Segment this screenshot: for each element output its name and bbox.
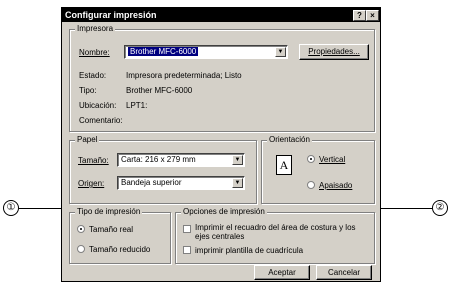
printer-group: Impresora Nombre: Brother MFC-6000 ▼ Pro… xyxy=(69,24,375,132)
type-label: Tipo: xyxy=(79,86,97,95)
vertical-radio[interactable] xyxy=(307,155,315,163)
horizontal-label[interactable]: Apaisado xyxy=(319,181,352,190)
paper-size-select[interactable]: Carta: 216 x 279 mm ▼ xyxy=(117,153,245,167)
comment-label: Comentario: xyxy=(79,116,123,125)
vertical-label[interactable]: Vertical xyxy=(319,155,345,164)
printer-group-label: Impresora xyxy=(75,24,116,33)
type-value: Brother MFC-6000 xyxy=(126,86,193,95)
orientation-group: Orientación A Vertical Apaisado xyxy=(261,135,375,204)
print-options-group-label: Opciones de impresión xyxy=(181,207,267,216)
paper-source-select[interactable]: Bandeja superior ▼ xyxy=(117,176,245,190)
reduced-size-label[interactable]: Tamaño reducido xyxy=(89,245,150,254)
callout-1: ① xyxy=(3,200,19,216)
callout-2: ② xyxy=(432,200,448,216)
printer-name-select[interactable]: Brother MFC-6000 ▼ xyxy=(124,45,288,59)
paper-group: Papel Tamaño: Carta: 216 x 279 mm ▼ Orig… xyxy=(69,135,257,204)
horizontal-radio[interactable] xyxy=(307,181,315,189)
chevron-down-icon[interactable]: ▼ xyxy=(232,178,243,188)
portrait-page-letter: A xyxy=(279,158,289,172)
location-value: LPT1: xyxy=(126,101,148,110)
printer-name-value: Brother MFC-6000 xyxy=(128,47,199,56)
real-size-label[interactable]: Tamaño real xyxy=(89,225,133,234)
properties-button-label: Propiedades... xyxy=(308,47,360,56)
properties-button[interactable]: Propiedades... xyxy=(299,44,369,60)
title-bar: Configurar impresión ? × xyxy=(62,8,380,22)
seam-area-label-line2[interactable]: ejes centrales xyxy=(195,232,244,241)
print-type-group-label: Tipo de impresión xyxy=(75,207,143,216)
print-type-group: Tipo de impresión Tamaño real Tamaño red… xyxy=(69,207,171,264)
grid-template-label[interactable]: imprimir plantilla de cuadrícula xyxy=(195,246,303,255)
orientation-group-label: Orientación xyxy=(267,135,312,144)
print-options-group: Opciones de impresión Imprimir el recuad… xyxy=(175,207,375,264)
print-setup-dialog: Configurar impresión ? × Impresora Nombr… xyxy=(61,7,381,282)
chevron-down-icon[interactable]: ▼ xyxy=(275,47,286,57)
status-value: Impresora predeterminada; Listo xyxy=(126,71,242,80)
real-size-radio[interactable] xyxy=(77,225,85,233)
accept-button[interactable]: Aceptar xyxy=(254,265,310,280)
paper-source-value: Bandeja superior xyxy=(121,178,182,187)
portrait-page-icon: A xyxy=(276,155,292,175)
paper-size-value: Carta: 216 x 279 mm xyxy=(121,155,196,164)
paper-size-label: Tamaño: xyxy=(78,156,109,165)
paper-group-label: Papel xyxy=(75,135,100,144)
help-button[interactable]: ? xyxy=(353,10,366,21)
location-label: Ubicación: xyxy=(79,101,117,110)
reduced-size-radio[interactable] xyxy=(77,245,85,253)
close-button[interactable]: × xyxy=(366,10,379,21)
printer-name-label: Nombre: xyxy=(79,48,110,57)
chevron-down-icon[interactable]: ▼ xyxy=(232,155,243,165)
paper-source-label: Origen: xyxy=(78,179,105,188)
dialog-title: Configurar impresión xyxy=(65,10,157,20)
seam-area-checkbox[interactable] xyxy=(183,225,191,233)
status-label: Estado: xyxy=(79,71,107,80)
cancel-button[interactable]: Cancelar xyxy=(316,265,372,280)
grid-template-checkbox[interactable] xyxy=(183,246,191,254)
seam-area-label-line1[interactable]: Imprimir el recuadro del área de costura… xyxy=(195,223,356,232)
